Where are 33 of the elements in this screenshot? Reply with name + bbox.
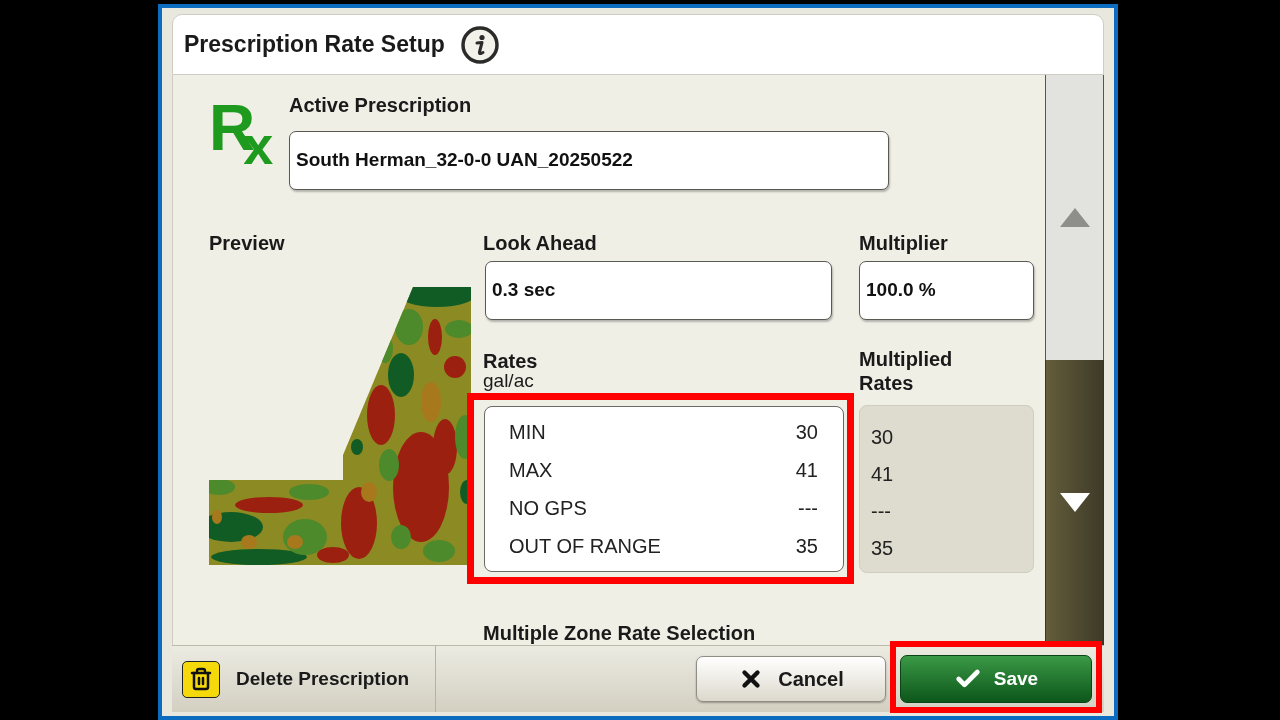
multiplied-rate-value: 41 — [871, 462, 895, 486]
multiplied-rate-value: 30 — [871, 425, 895, 449]
rate-label: MIN — [509, 420, 546, 444]
window-title: Prescription Rate Setup — [184, 30, 445, 60]
rates-label: Rates — [483, 351, 539, 371]
preview-label: Preview — [209, 232, 286, 254]
rate-value: --- — [798, 496, 818, 520]
section-heading: Multiple Zone Rate Selection — [483, 622, 756, 644]
rate-label: MAX — [509, 458, 553, 482]
multiplied-rates-label: Multiplied Rates — [859, 347, 954, 395]
input-field[interactable]: South Herman_32-0-0 UAN_20250522 — [289, 131, 889, 190]
triangle-up-icon — [1059, 208, 1090, 227]
rate-value: 41 — [795, 458, 818, 482]
rate-value: 35 — [795, 534, 818, 558]
scroll-down-button[interactable] — [1045, 360, 1104, 645]
input-field[interactable]: 100.0 % — [859, 261, 1034, 320]
save-button[interactable]: Save — [900, 655, 1092, 703]
rx-logo: R$_{x}$ — [209, 96, 275, 177]
unit-label: gal/ac — [483, 371, 535, 391]
rate-label: NO GPS — [509, 496, 587, 520]
rate-label: OUT OF RANGE — [509, 534, 661, 558]
cancel-button[interactable]: Cancel — [696, 656, 886, 702]
multiplied-rate-value: 35 — [871, 536, 895, 560]
field-label: Multiplier — [859, 232, 949, 254]
field-label: Look Ahead — [483, 232, 598, 254]
rate-value: 30 — [795, 420, 818, 444]
triangle-down-icon — [1059, 493, 1090, 512]
field-label: Active Prescription — [289, 94, 473, 117]
input-field[interactable]: 0.3 sec — [485, 261, 832, 320]
delete-prescription-button[interactable]: Delete Prescription — [172, 646, 436, 712]
multiplied-rate-value: --- — [871, 499, 892, 523]
info-icon[interactable] — [460, 25, 499, 64]
trash-icon — [182, 660, 220, 698]
